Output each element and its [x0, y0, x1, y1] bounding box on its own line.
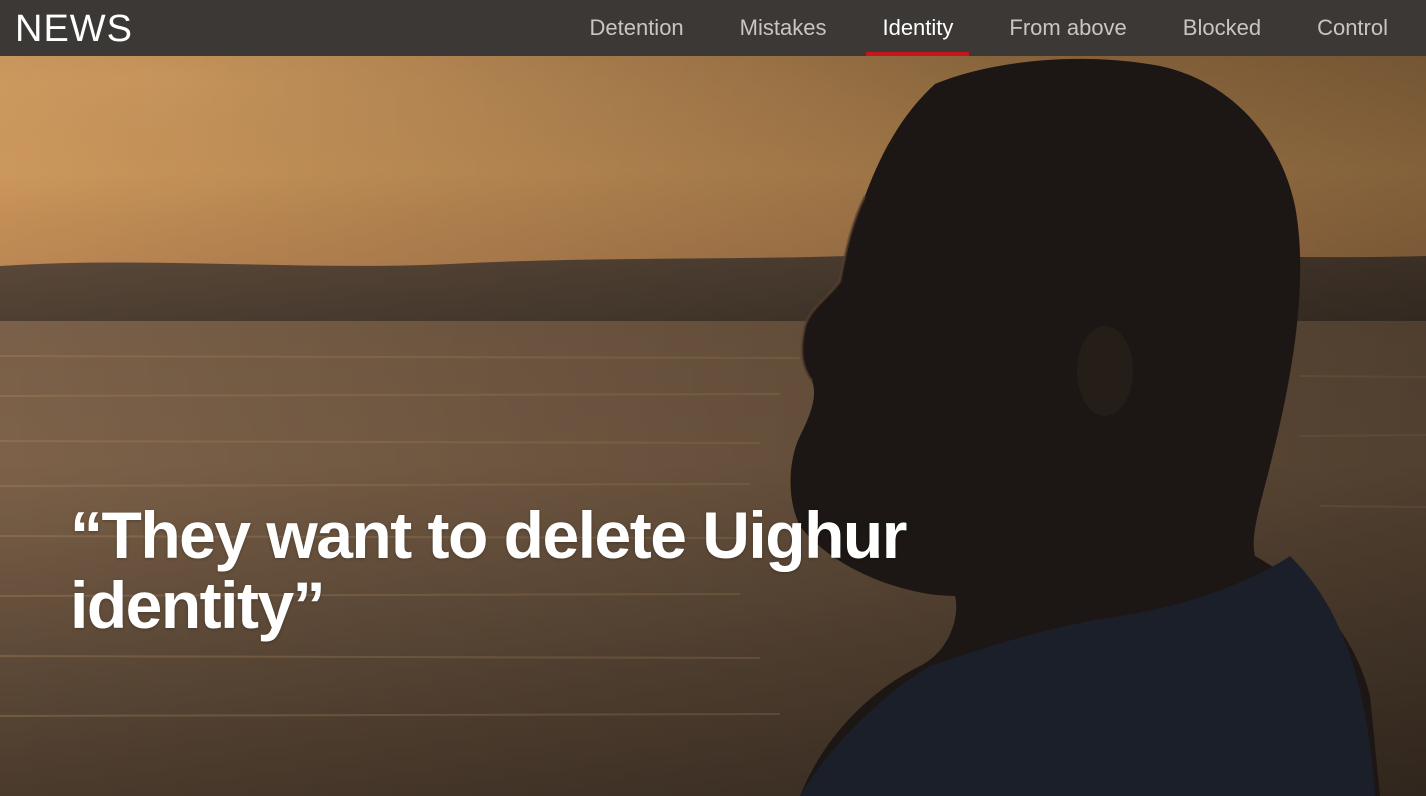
top-navigation-bar: NEWS Detention Mistakes Identity From ab… — [0, 0, 1426, 56]
nav-item-label: Control — [1317, 15, 1388, 40]
hero-photo-illustration — [0, 56, 1426, 796]
hero-image — [0, 56, 1426, 796]
nav-item-blocked[interactable]: Blocked — [1167, 0, 1277, 56]
hero-headline: “They want to delete Uighur identity” — [70, 498, 907, 642]
nav-item-label: Mistakes — [739, 15, 827, 40]
nav-item-mistakes[interactable]: Mistakes — [724, 0, 843, 56]
section-nav: Detention Mistakes Identity From above B… — [561, 0, 1426, 56]
nav-item-label: Detention — [589, 15, 684, 40]
nav-item-from-above[interactable]: From above — [993, 0, 1142, 56]
news-logo[interactable]: NEWS — [15, 9, 133, 49]
nav-item-label: Blocked — [1182, 15, 1262, 40]
nav-item-label: From above — [1009, 15, 1127, 40]
nav-item-detention[interactable]: Detention — [573, 0, 699, 56]
nav-item-identity[interactable]: Identity — [866, 0, 970, 56]
page: NEWS Detention Mistakes Identity From ab… — [0, 0, 1426, 796]
nav-item-label: Identity — [882, 15, 954, 40]
nav-item-control[interactable]: Control — [1301, 0, 1404, 56]
